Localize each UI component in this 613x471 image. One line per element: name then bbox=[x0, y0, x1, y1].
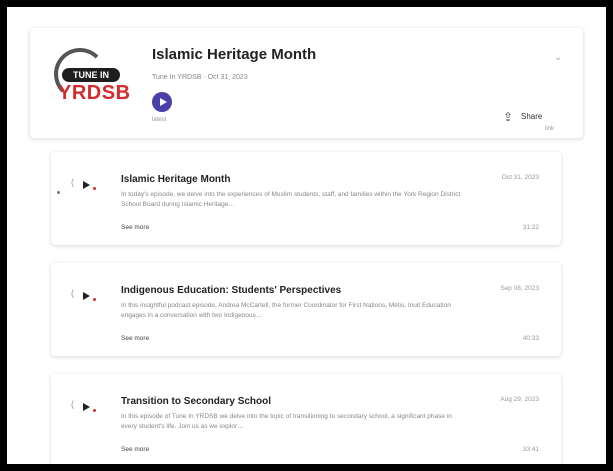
episode-title[interactable]: Indigenous Education: Students' Perspect… bbox=[121, 285, 341, 296]
episode-duration: 40:33 bbox=[522, 335, 539, 342]
page-title: Islamic Heritage Month bbox=[152, 46, 317, 63]
share-button[interactable]: ⇪ Share bbox=[503, 110, 563, 124]
play-label: latest bbox=[152, 117, 167, 123]
episode-list: ( Islamic Heritage Month In today's epis… bbox=[51, 152, 561, 464]
share-note: link bbox=[545, 126, 555, 132]
episode-duration: 31:22 bbox=[522, 224, 539, 231]
episode-play-button[interactable]: ( bbox=[71, 288, 97, 306]
list-item[interactable]: ( Indigenous Education: Students' Perspe… bbox=[51, 263, 561, 356]
share-icon: ⇪ bbox=[503, 110, 514, 124]
share-label: Share bbox=[521, 112, 543, 121]
episode-date: Aug 29, 2023 bbox=[500, 396, 539, 403]
episode-description: In this insightful podcast episode, Andr… bbox=[121, 302, 451, 319]
page-subtitle: Tune In YRDSB · Oct 31, 2023 bbox=[152, 74, 248, 81]
play-icon bbox=[83, 292, 90, 300]
logo-brand: YRDSB bbox=[58, 82, 131, 104]
see-more-link[interactable]: See more bbox=[121, 446, 149, 453]
header-card: TUNE IN YRDSB Islamic Heritage Month Tun… bbox=[30, 28, 583, 138]
episode-description: In today's episode, we delve into the ex… bbox=[121, 191, 461, 208]
status-dot bbox=[93, 298, 96, 301]
current-episode-marker bbox=[57, 191, 60, 194]
episode-date: Sep 08, 2023 bbox=[500, 285, 539, 292]
episode-title[interactable]: Transition to Secondary School bbox=[121, 396, 271, 407]
play-icon bbox=[83, 403, 90, 411]
episode-date: Oct 31, 2023 bbox=[501, 174, 539, 181]
list-item[interactable]: ( Islamic Heritage Month In today's epis… bbox=[51, 152, 561, 245]
play-icon bbox=[160, 98, 167, 106]
logo-tag: TUNE IN bbox=[62, 68, 120, 82]
divider bbox=[30, 138, 583, 139]
episode-play-button[interactable]: ( bbox=[71, 399, 97, 417]
sound-wave-icon: ( bbox=[71, 399, 74, 409]
see-more-link[interactable]: See more bbox=[121, 224, 149, 231]
play-button[interactable] bbox=[152, 92, 172, 112]
status-dot bbox=[93, 409, 96, 412]
podcast-embed: TUNE IN YRDSB Islamic Heritage Month Tun… bbox=[7, 7, 606, 464]
episode-duration: 33:41 bbox=[522, 446, 539, 453]
tunein-yrdsb-logo: TUNE IN YRDSB bbox=[44, 38, 130, 124]
list-item[interactable]: ( Transition to Secondary School In this… bbox=[51, 374, 561, 464]
episode-play-button[interactable]: ( bbox=[71, 177, 97, 195]
episode-description: In this episode of Tune In YRDSB we delv… bbox=[121, 413, 452, 430]
episode-title[interactable]: Islamic Heritage Month bbox=[121, 174, 230, 185]
sound-wave-icon: ( bbox=[71, 177, 74, 187]
play-icon bbox=[83, 181, 90, 189]
sound-wave-icon: ( bbox=[71, 288, 74, 298]
status-dot bbox=[93, 187, 96, 190]
see-more-link[interactable]: See more bbox=[121, 335, 149, 342]
more-options-icon[interactable]: ⌄ bbox=[554, 52, 562, 63]
